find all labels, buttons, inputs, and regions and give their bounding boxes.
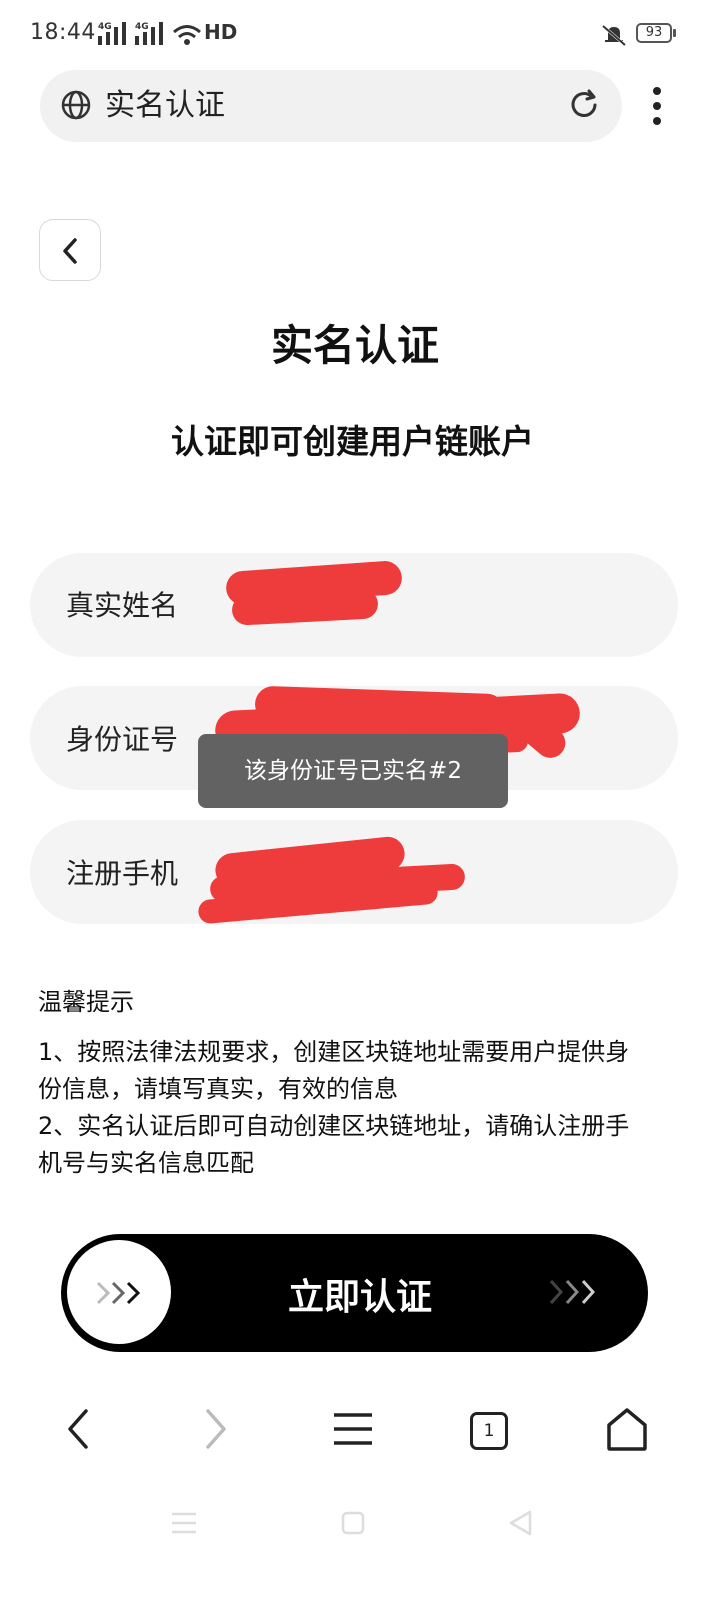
page-title: 实名认证	[270, 321, 439, 370]
status-time: 18:44	[30, 20, 96, 45]
page-subtitle: 认证即可创建用户链账户	[171, 422, 534, 461]
battery-nub	[673, 29, 676, 37]
system-menu-icon[interactable]	[170, 1508, 198, 1538]
back-button[interactable]	[39, 219, 101, 281]
wifi-icon	[173, 25, 201, 45]
triple-chevron-right-icon	[549, 1279, 596, 1305]
id-number-field-label: 身份证号	[66, 723, 179, 756]
phone-field-label: 注册手机	[66, 857, 179, 890]
tips-body: 1、按照法律法规要求，创建区块链地址需要用户提供身 份信息，请填写真实，有效的信…	[38, 1034, 678, 1182]
toast-message: 该身份证号已实名#2	[198, 734, 508, 808]
chevron-left-icon	[63, 238, 77, 264]
slider-handle[interactable]	[67, 1240, 171, 1344]
more-menu-icon[interactable]	[650, 86, 664, 126]
battery-level: 93	[645, 25, 663, 40]
tips-line: 2、实名认证后即可自动创建区块链地址，请确认注册手	[38, 1112, 630, 1140]
tips-title: 温馨提示	[38, 988, 134, 1016]
menu-icon[interactable]	[332, 1405, 374, 1453]
mute-icon	[602, 24, 626, 47]
name-field-label: 真实姓名	[66, 589, 179, 622]
triple-chevron-right-icon	[96, 1281, 141, 1305]
system-home-icon[interactable]	[340, 1508, 366, 1538]
battery-icon: 93	[636, 23, 672, 43]
tabs-button[interactable]: 1	[470, 1412, 508, 1450]
hd-indicator: HD	[204, 20, 238, 44]
home-icon[interactable]	[604, 1405, 650, 1453]
globe-icon	[61, 90, 91, 120]
tips-line: 1、按照法律法规要求，创建区块链地址需要用户提供身	[38, 1038, 630, 1066]
tips-line: 份信息，请填写真实，有效的信息	[38, 1075, 398, 1103]
tab-count: 1	[483, 1421, 495, 1441]
browser-forward-icon[interactable]	[198, 1405, 232, 1453]
slider-label: 立即认证	[287, 1277, 432, 1318]
browser-back-icon[interactable]	[62, 1405, 96, 1453]
system-back-icon[interactable]	[506, 1508, 534, 1538]
status-bar: 18:44 4G 4G HD 93	[0, 0, 720, 70]
tips-line: 机号与实名信息匹配	[38, 1149, 254, 1177]
address-bar-title: 实名认证	[105, 88, 225, 123]
reload-icon[interactable]	[567, 88, 601, 122]
